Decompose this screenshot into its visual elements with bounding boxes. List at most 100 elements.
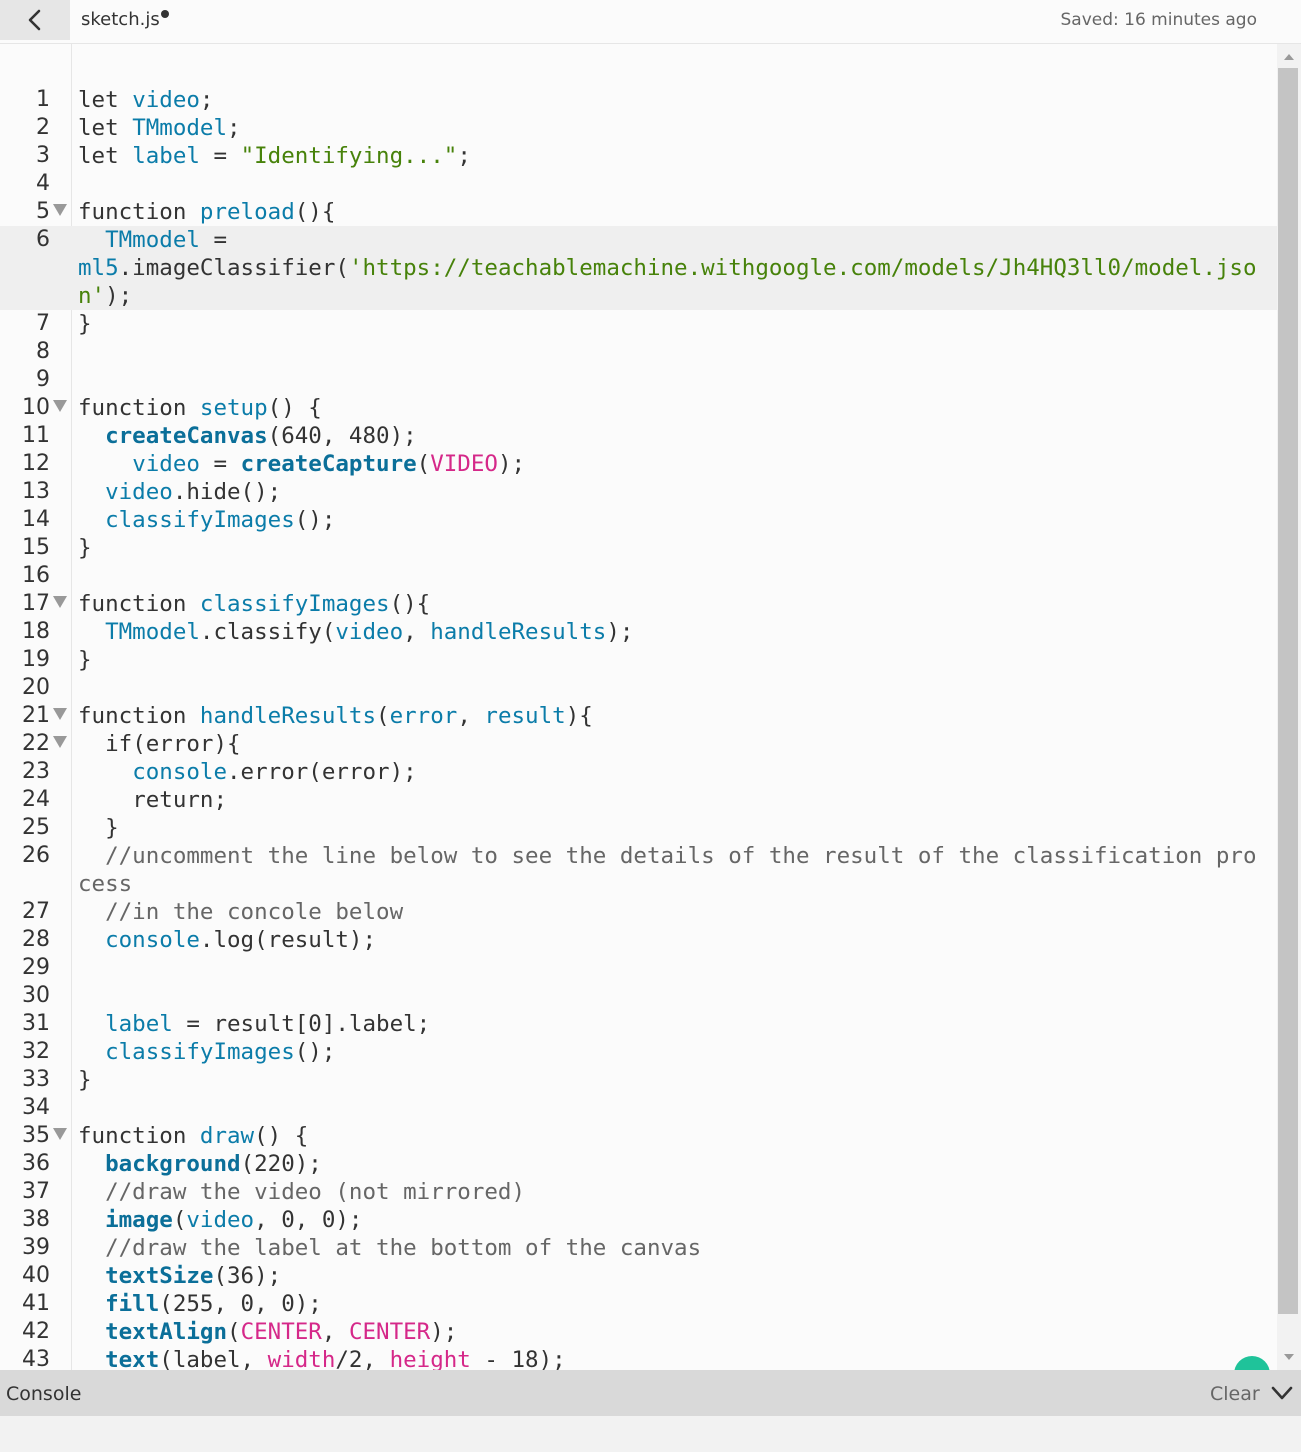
code-token: let <box>78 143 133 169</box>
code-line[interactable]: 37 //draw the video (not mirrored) <box>0 1178 1277 1206</box>
code-line[interactable]: 42 textAlign(CENTER, CENTER); <box>0 1318 1277 1346</box>
line-text: } <box>78 814 1270 842</box>
fold-arrow-icon[interactable] <box>53 204 67 216</box>
line-number: 1 <box>36 87 50 112</box>
editor-scrollbar[interactable] <box>1277 44 1301 1370</box>
code-line[interactable]: 5 function preload(){ <box>0 198 1277 226</box>
code-editor[interactable]: 1 let video; 2 let TMmodel; 3 let label = "Id… <box>0 44 1277 1370</box>
code-line[interactable]: 22 if(error){ <box>0 730 1277 758</box>
line-text: } <box>78 1066 1270 1094</box>
code-line[interactable]: 39 //draw the label at the bottom of the… <box>0 1234 1277 1262</box>
line-text: ​ <box>78 562 1270 590</box>
scroll-down-icon[interactable] <box>1284 1354 1294 1360</box>
code-token: fill <box>105 1291 160 1317</box>
code-line[interactable]: 12 video = createCapture(VIDEO); <box>0 450 1277 478</box>
code-line[interactable]: 35 function draw() { <box>0 1122 1277 1150</box>
code-token: ); <box>430 1319 458 1345</box>
fold-arrow-icon[interactable] <box>53 596 67 608</box>
code-token: ml5 <box>78 255 119 281</box>
fold-arrow-icon[interactable] <box>53 1128 67 1140</box>
line-text: console.log(result); <box>78 926 1270 954</box>
code-line[interactable]: 4​ <box>0 170 1277 198</box>
code-token: , <box>457 703 485 729</box>
code-line[interactable]: 20 ​ <box>0 674 1277 702</box>
code-line[interactable]: 30 ​ <box>0 982 1277 1010</box>
fold-arrow-icon[interactable] <box>53 736 67 748</box>
code-token: video <box>132 87 200 113</box>
code-token: (640, 480); <box>267 423 417 449</box>
code-line[interactable]: 24 return; <box>0 786 1277 814</box>
fold-arrow-icon[interactable] <box>53 708 67 720</box>
code-line[interactable]: 38 image(video, 0, 0); <box>0 1206 1277 1234</box>
code-line[interactable]: 23 console.error(error); <box>0 758 1277 786</box>
line-text: } <box>78 646 1270 674</box>
code-line[interactable]: 1 let video; <box>0 86 1277 114</box>
fold-arrow-icon[interactable] <box>53 400 67 412</box>
code-line[interactable]: 8​ <box>0 338 1277 366</box>
scroll-thumb[interactable] <box>1278 68 1298 1314</box>
code-line[interactable]: 18 TMmodel.classify(video, handleResults… <box>0 618 1277 646</box>
line-number: 43 <box>22 1347 50 1370</box>
code-line[interactable]: 15} <box>0 534 1277 562</box>
code-line[interactable]: 29 ​ <box>0 954 1277 982</box>
code-token: } <box>78 1067 92 1093</box>
code-token: classifyImages <box>199 591 390 617</box>
line-number: 18 <box>22 619 50 644</box>
code-line[interactable]: 31 label = result[0].label; <box>0 1010 1277 1038</box>
line-text: //draw the video (not mirrored) <box>78 1178 1270 1206</box>
code-line[interactable]: 36 background(220); <box>0 1150 1277 1178</box>
line-text: let video; <box>78 86 1270 114</box>
line-number: 27 <box>22 899 50 924</box>
line-text: background(220); <box>78 1150 1270 1178</box>
code-token: .log(result); <box>199 927 377 953</box>
code-token: .imageClassifier( <box>118 255 349 281</box>
code-line[interactable]: 7} <box>0 310 1277 338</box>
code-line[interactable]: 21 function handleResults(error, result){ <box>0 702 1277 730</box>
code-line[interactable]: 2 let TMmodel; <box>0 114 1277 142</box>
code-token: } <box>78 311 92 337</box>
line-text: classifyImages(); <box>78 1038 1270 1066</box>
code-line[interactable]: 34 ​ <box>0 1094 1277 1122</box>
code-line[interactable]: 25 } <box>0 814 1277 842</box>
back-button[interactable] <box>0 0 70 40</box>
code-line[interactable]: 28 console.log(result); <box>0 926 1277 954</box>
code-line[interactable]: 33} <box>0 1066 1277 1094</box>
code-token: , <box>403 619 431 645</box>
code-line[interactable]: 16 ​ <box>0 562 1277 590</box>
code-line[interactable]: 13 video.hide(); <box>0 478 1277 506</box>
code-token: function <box>78 591 200 617</box>
code-line[interactable]: 41 fill(255, 0, 0); <box>0 1290 1277 1318</box>
code-line[interactable]: 17 function classifyImages(){ <box>0 590 1277 618</box>
line-text: //in the concole below <box>78 898 1270 926</box>
code-line[interactable]: 10 function setup() { <box>0 394 1277 422</box>
clear-console-button[interactable]: Clear <box>1210 1383 1260 1405</box>
line-number: 9 <box>36 367 50 392</box>
code-line[interactable]: 6 TMmodel = ml5.imageClassifier('https:/… <box>0 226 1277 310</box>
line-number: 12 <box>22 451 50 476</box>
line-text: ​ <box>78 954 1270 982</box>
code-line[interactable]: 19} <box>0 646 1277 674</box>
code-line[interactable]: 32 classifyImages(); <box>0 1038 1277 1066</box>
code-token: //in the concole below <box>105 899 404 925</box>
code-line[interactable]: 3 let label = "Identifying..."; <box>0 142 1277 170</box>
code-line[interactable]: 27 //in the concole below <box>0 898 1277 926</box>
console-title: Console <box>6 1383 82 1405</box>
code-line[interactable]: 11 createCanvas(640, 480); <box>0 422 1277 450</box>
file-name[interactable]: sketch.js <box>81 9 160 30</box>
code-line[interactable]: 40 textSize(36); <box>0 1262 1277 1290</box>
code-line[interactable]: 9​ <box>0 366 1277 394</box>
code-token: ( <box>416 451 431 477</box>
code-line[interactable]: 26 //uncomment the line below to see the… <box>0 842 1277 898</box>
code-line[interactable]: 14 classifyImages(); <box>0 506 1277 534</box>
line-number: 42 <box>22 1319 50 1344</box>
code-line[interactable]: 43 text(label, width/2, height - 18); <box>0 1346 1277 1370</box>
code-token: (); <box>294 1039 336 1065</box>
chevron-down-icon[interactable] <box>1270 1381 1294 1405</box>
scroll-up-icon[interactable] <box>1284 54 1294 60</box>
code-token: function <box>78 1123 200 1149</box>
